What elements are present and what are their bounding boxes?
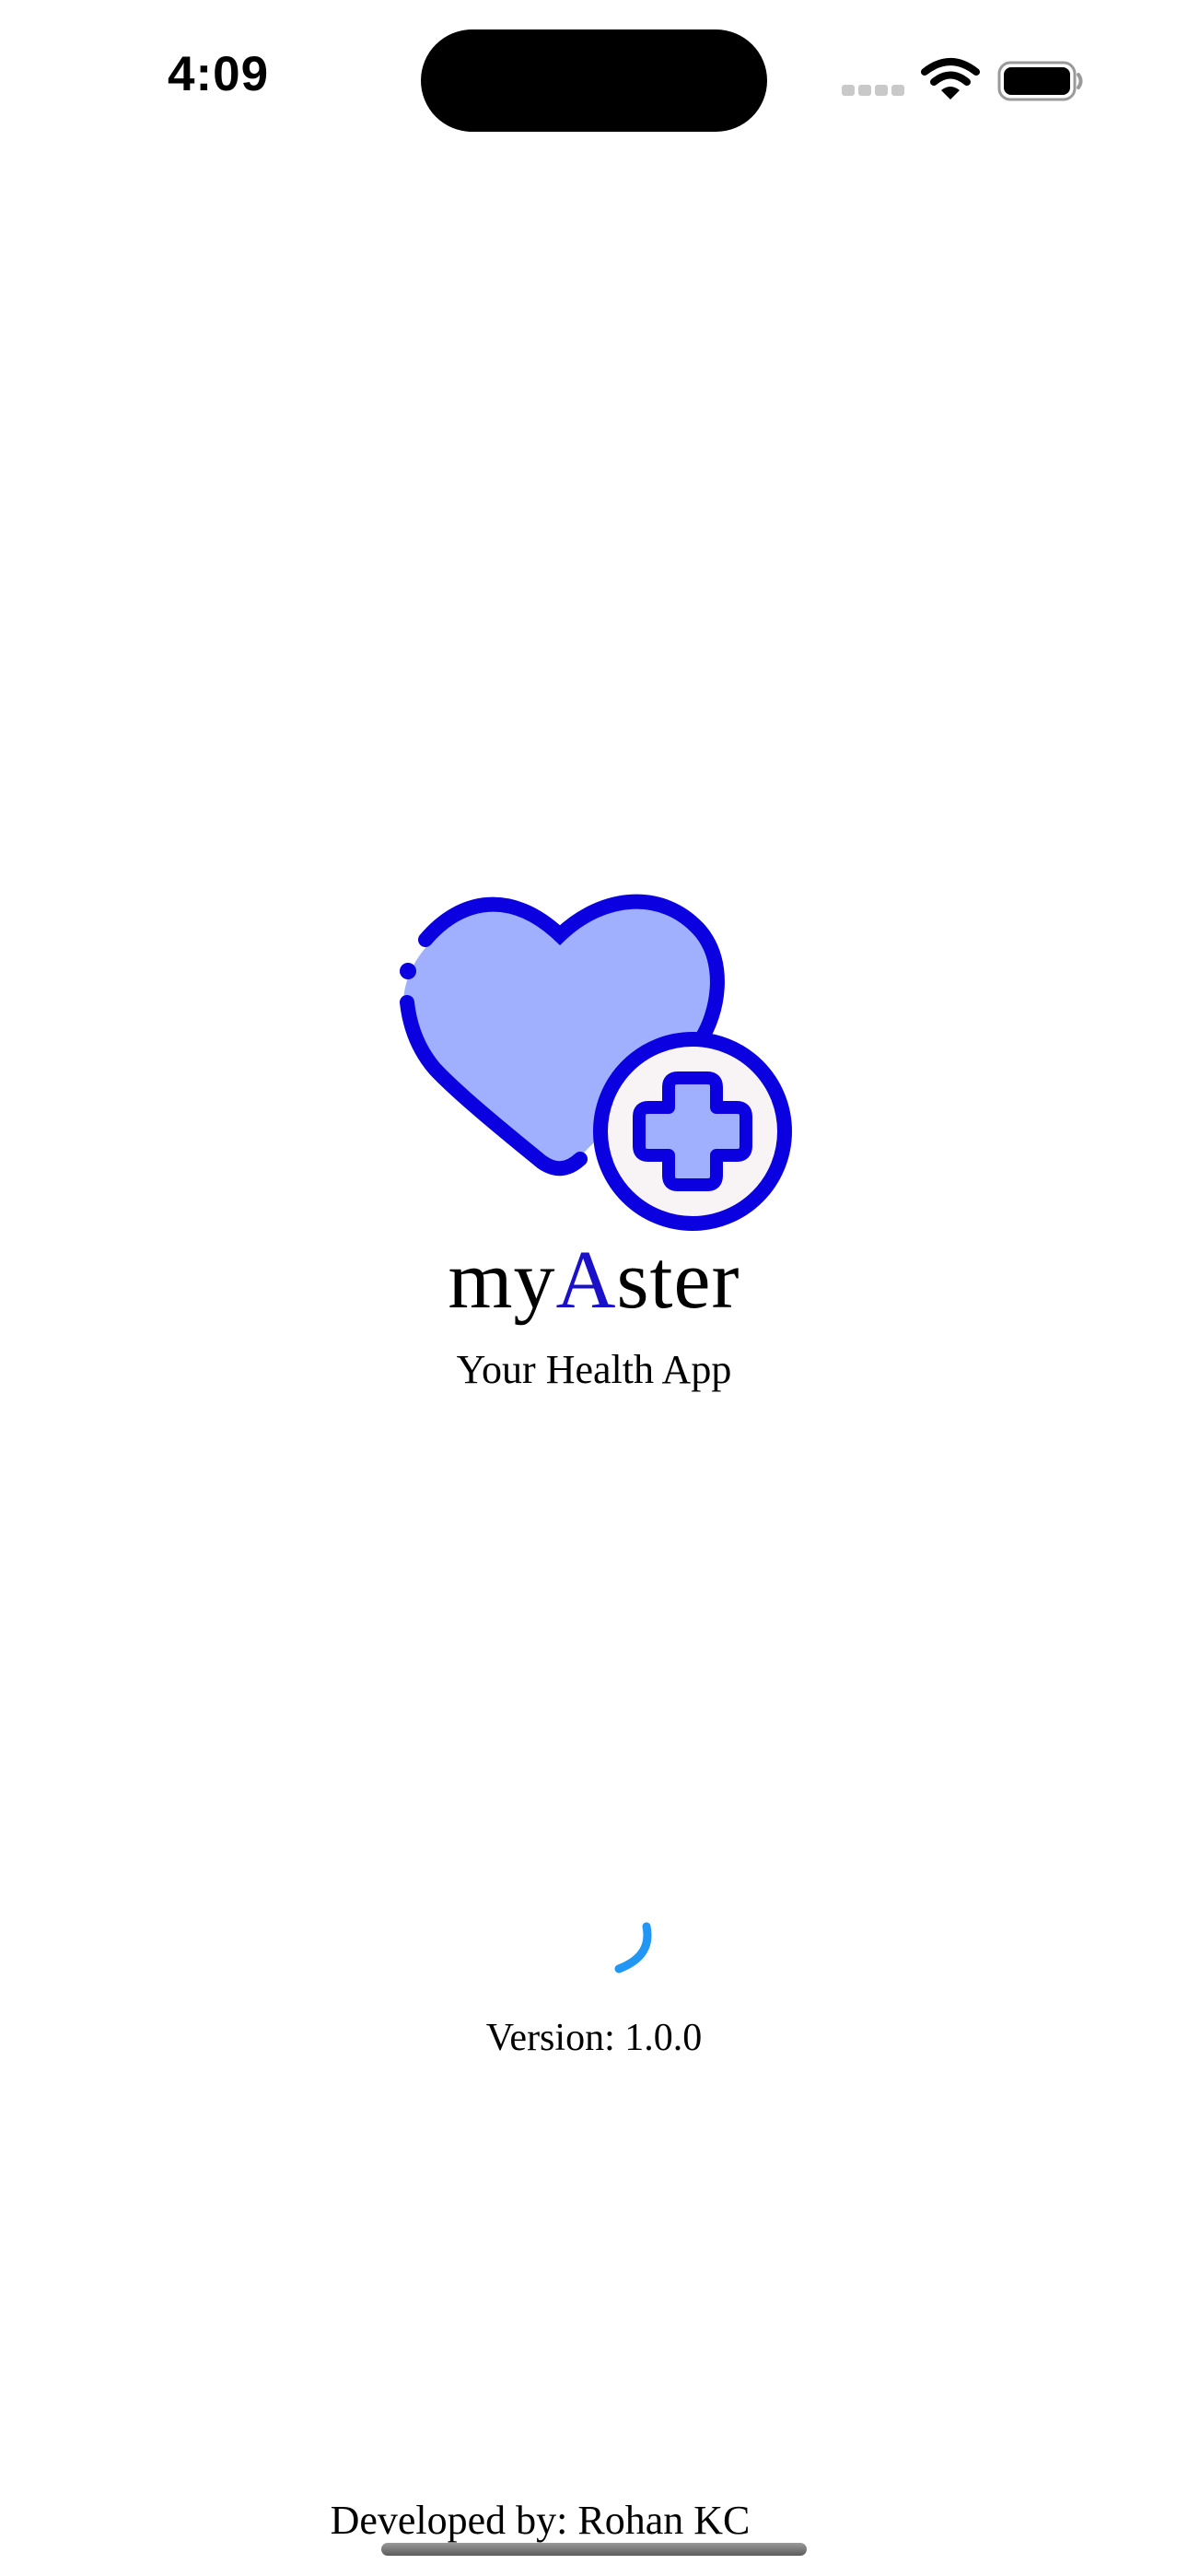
developer-credit: Developed by: Rohan KC xyxy=(330,2498,751,2543)
home-indicator[interactable] xyxy=(381,2543,807,2556)
app-tagline: Your Health App xyxy=(456,1347,732,1392)
app-title-accent: A xyxy=(555,1235,617,1326)
app-title-suffix: ster xyxy=(616,1235,740,1326)
status-time: 4:09 xyxy=(168,47,270,101)
signal-icon xyxy=(842,85,904,96)
loading-spinner-icon xyxy=(614,1922,652,1973)
wifi-icon xyxy=(921,58,980,100)
app-title-prefix: my xyxy=(448,1235,556,1326)
app-title: myAster xyxy=(0,1239,1188,1322)
heart-plus-icon xyxy=(400,894,792,1231)
version-label: Version: 1.0.0 xyxy=(485,2017,703,2059)
dynamic-island xyxy=(421,29,767,132)
battery-icon xyxy=(997,61,1083,101)
